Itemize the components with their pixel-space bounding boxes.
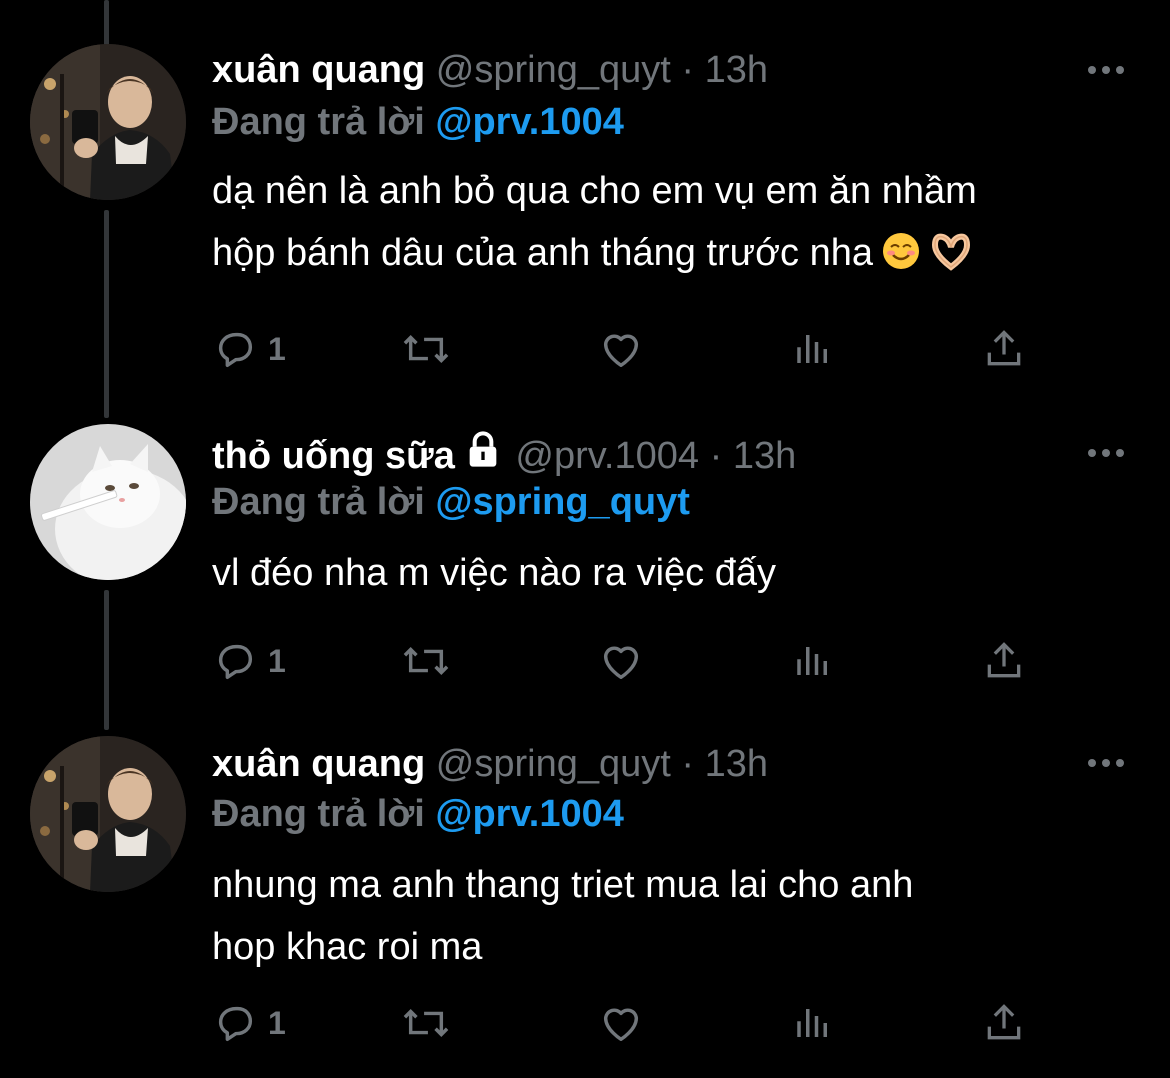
more-icon[interactable] <box>1086 63 1126 77</box>
replying-to-label: Đang trả lời <box>212 481 425 523</box>
reply-icon <box>218 644 253 680</box>
tweet-text-line: nhung ma anh thang triet mua lai cho anh <box>212 864 914 906</box>
views-icon <box>797 647 827 675</box>
views-button[interactable] <box>792 636 834 686</box>
more-icon[interactable] <box>1086 446 1126 460</box>
share-icon <box>987 642 1021 678</box>
tweet-text: dạ nên là anh bỏ qua cho em vụ em ăn nhầ… <box>212 160 1142 290</box>
share-button[interactable] <box>982 636 1026 686</box>
views-button[interactable] <box>792 324 834 374</box>
reply-button[interactable]: 1 <box>212 636 286 686</box>
share-button[interactable] <box>982 324 1026 374</box>
replying-to-handle[interactable]: @prv.1004 <box>435 793 623 835</box>
replying-to-handle[interactable]: @prv.1004 <box>435 101 623 143</box>
author-name[interactable]: thỏ uống sữa <box>212 435 455 477</box>
separator: · <box>709 435 723 477</box>
retweet-button[interactable] <box>400 324 452 374</box>
reply-count: 1 <box>268 1004 286 1041</box>
retweet-icon <box>403 647 449 675</box>
lock-icon <box>469 431 497 467</box>
views-icon <box>797 335 827 363</box>
replying-to-label: Đang trả lời <box>212 101 425 143</box>
tweet-actions: 1 <box>212 636 1042 686</box>
author-name[interactable]: xuân quang <box>212 743 425 785</box>
retweet-button[interactable] <box>400 636 452 686</box>
heart-icon <box>603 646 639 680</box>
heart-icon <box>603 1008 639 1042</box>
tweet-text: vl đéo nha m việc nào ra việc đấy <box>212 542 1142 604</box>
reply-count: 1 <box>268 642 286 679</box>
replying-to: Đang trả lời @prv.1004 <box>212 98 624 146</box>
tweet[interactable]: xuân quang @spring_quyt · 13h Đang trả l… <box>0 0 1170 400</box>
replying-to: Đang trả lời @spring_quyt <box>212 478 690 526</box>
reply-icon <box>218 332 253 368</box>
retweet-icon <box>403 1009 449 1037</box>
tweet[interactable]: xuân quang @spring_quyt · 13h Đang trả l… <box>0 720 1170 1078</box>
smiling-face-emoji <box>881 228 921 290</box>
tweet-text-line: hộp bánh dâu của anh tháng trước nha <box>212 222 1142 290</box>
reply-button[interactable]: 1 <box>212 324 286 374</box>
reply-count: 1 <box>268 330 286 367</box>
share-icon <box>987 330 1021 366</box>
author-handle[interactable]: @spring_quyt <box>436 49 671 91</box>
like-button[interactable] <box>596 324 646 374</box>
tweet-text-line: vl đéo nha m việc nào ra việc đấy <box>212 552 776 594</box>
author-handle[interactable]: @prv.1004 <box>515 435 699 477</box>
share-button[interactable] <box>982 998 1026 1048</box>
reply-button[interactable]: 1 <box>212 998 286 1048</box>
tweet-header: thỏ uống sữa @prv.1004 · 13h <box>212 430 796 478</box>
replying-to: Đang trả lời @prv.1004 <box>212 790 624 838</box>
share-icon <box>987 1004 1021 1040</box>
like-button[interactable] <box>596 636 646 686</box>
retweet-button[interactable] <box>400 998 452 1048</box>
avatar[interactable] <box>30 736 186 892</box>
tweet-text: nhung ma anh thang triet mua lai cho anh… <box>212 854 1142 978</box>
tweet-text-line: hop khac roi ma <box>212 926 483 968</box>
avatar[interactable] <box>30 44 186 200</box>
reply-icon <box>218 1006 253 1042</box>
timestamp[interactable]: 13h <box>733 435 796 477</box>
replying-to-handle[interactable]: @spring_quyt <box>435 481 690 523</box>
more-icon[interactable] <box>1086 756 1126 770</box>
replying-to-label: Đang trả lời <box>212 793 425 835</box>
like-button[interactable] <box>596 998 646 1048</box>
views-button[interactable] <box>792 998 834 1048</box>
timestamp[interactable]: 13h <box>705 743 768 785</box>
tweet-header: xuân quang @spring_quyt · 13h <box>212 740 768 788</box>
separator: · <box>681 49 695 91</box>
tweet-text-line: dạ nên là anh bỏ qua cho em vụ em ăn nhầ… <box>212 170 977 212</box>
author-handle[interactable]: @spring_quyt <box>436 743 671 785</box>
tweet-text-line-content: hộp bánh dâu của anh tháng trước nha <box>212 232 873 274</box>
timestamp[interactable]: 13h <box>705 49 768 91</box>
tweet[interactable]: thỏ uống sữa @prv.1004 · 13h Đang trả lờ… <box>0 400 1170 720</box>
heart-hands-emoji <box>929 228 973 290</box>
tweet-actions: 1 <box>212 998 1042 1048</box>
heart-icon <box>603 334 639 368</box>
author-name[interactable]: xuân quang <box>212 49 425 91</box>
tweet-header: xuân quang @spring_quyt · 13h <box>212 46 768 94</box>
separator: · <box>681 743 695 785</box>
tweet-actions: 1 <box>212 324 1042 374</box>
views-icon <box>797 1009 827 1037</box>
retweet-icon <box>403 335 449 363</box>
avatar[interactable] <box>30 424 186 580</box>
